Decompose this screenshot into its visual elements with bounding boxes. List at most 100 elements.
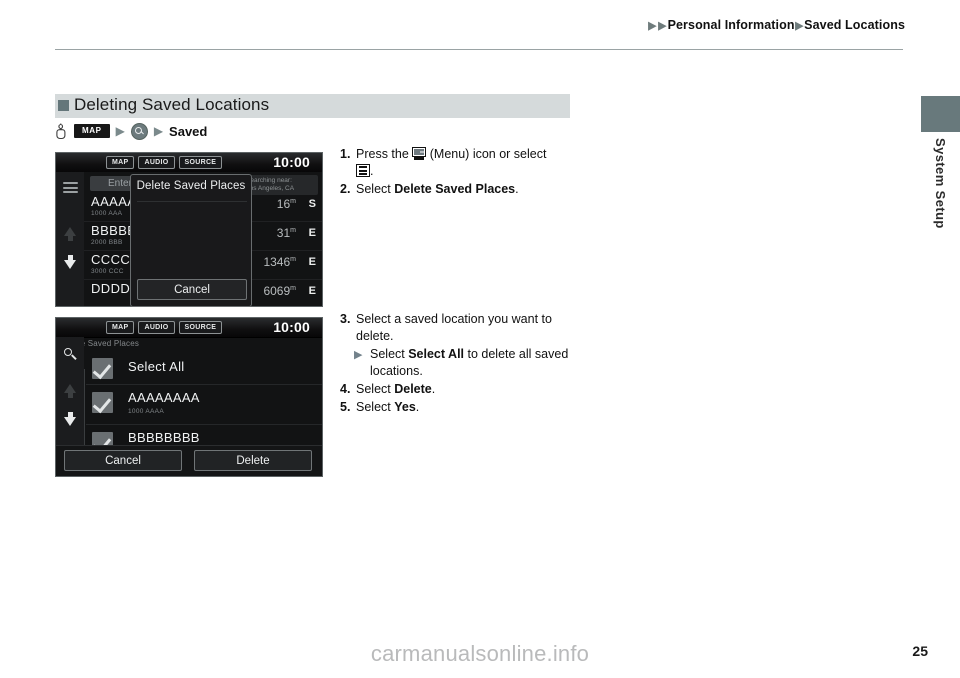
side-tab-label: System Setup (933, 138, 948, 229)
searching-near-box: Searching near: Los Angeles, CA (242, 175, 318, 195)
substep-text-bold: Select All (408, 347, 465, 361)
step-text-post: . (370, 164, 374, 178)
instructions-group-1: 1. Press the (Menu) icon or select . 2. Se… (340, 146, 590, 199)
list-item-distance: 16m (276, 197, 296, 211)
list-item-name: BBBBBBBB (128, 430, 200, 445)
list-item-distance: 31m (276, 226, 296, 240)
step-text-post: . (431, 382, 436, 396)
nav-topbar-2: MAP AUDIO SOURCE 10:00 (56, 318, 322, 338)
list-item-direction: E (308, 285, 316, 297)
delete-selection-list: Select All AAAAAAAA 1000 AAAA BBBBBBBB 2… (86, 351, 322, 465)
list-item-direction: E (308, 256, 316, 268)
search-icon (130, 122, 148, 140)
nav-clock-2: 10:00 (273, 319, 310, 335)
list-item-distance: 1346m (263, 255, 296, 269)
step-text: Select a saved location you want to dele… (356, 312, 552, 343)
checkbox-checked-icon[interactable] (92, 358, 113, 379)
step-text-post: . (515, 182, 519, 196)
header-divider (55, 49, 903, 50)
step-text-bold: Delete (394, 382, 432, 396)
substep-text-pre: Select (370, 347, 409, 361)
list-item-address: 1000 AAAA (128, 408, 164, 415)
nav-topbar-chips-1: MAP AUDIO SOURCE (106, 156, 223, 169)
dialog-title: Delete Saved Places (136, 180, 246, 192)
list-item-name: Select All (128, 359, 185, 374)
list-menu-icon (356, 164, 370, 177)
section-bullet-icon (58, 100, 69, 111)
step-number: 1. (340, 147, 351, 161)
breadcrumb-triangle-1: ▶ (648, 20, 657, 32)
list-item-address: 1000 AAA (91, 210, 123, 217)
step-text-pre: Select (356, 382, 395, 396)
breadcrumb-item-saved-locations: Saved Locations (804, 18, 905, 32)
breadcrumb: ▶▶Personal Information▶Saved Locations (648, 18, 905, 32)
list-item-address: 2000 BBB (91, 239, 123, 246)
nav-screenshot-delete-list: MAP AUDIO SOURCE 10:00 Delete Saved Plac… (55, 317, 323, 477)
delete-list-footer: Cancel Delete (56, 445, 322, 476)
breadcrumb-item-personal-information: Personal Information (667, 18, 795, 32)
scroll-down-icon-2[interactable] (64, 412, 76, 426)
step-text-bold: Delete Saved Places (394, 182, 516, 196)
nav-chip-source-2[interactable]: SOURCE (178, 321, 223, 334)
nav-chip-audio-2[interactable]: AUDIO (138, 321, 175, 334)
step-text-pre: Press the (356, 147, 413, 161)
nav-chip-map-2[interactable]: MAP (106, 321, 135, 334)
list-item[interactable]: AAAAAAAA 1000 AAAA (86, 385, 322, 425)
path-map-chip: MAP (74, 124, 110, 138)
delete-button[interactable]: Delete (194, 450, 312, 471)
nav-topbar-1: MAP AUDIO SOURCE 10:00 (56, 153, 322, 173)
side-tab-marker (921, 96, 960, 132)
list-item-direction: S (308, 198, 316, 210)
step-number: 2. (340, 182, 351, 196)
searching-near-line1: Searching near: (246, 177, 292, 184)
instruction-step-4: 4. Select Delete. (340, 381, 590, 398)
hand-pointer-icon (55, 123, 68, 140)
instruction-step-5: 5. Select Yes. (340, 399, 590, 416)
instruction-step-1: 1. Press the (Menu) icon or select . (340, 146, 590, 180)
nav-chip-map-1[interactable]: MAP (106, 156, 135, 169)
list-item-direction: E (308, 227, 316, 239)
scroll-up-icon-2[interactable] (64, 384, 76, 398)
breadcrumb-triangle-3: ▶ (794, 20, 803, 32)
breadcrumb-triangle-2: ▶ (658, 20, 667, 32)
nav-chip-source-1[interactable]: SOURCE (178, 156, 223, 169)
search-icon-rail[interactable] (64, 348, 77, 361)
step-text-post: . (415, 400, 420, 414)
instruction-substep-select-all: ▶ Select Select All to delete all saved l… (340, 346, 590, 380)
scroll-up-icon-1[interactable] (64, 227, 76, 241)
step-text-mid: (Menu) icon or select (426, 147, 547, 161)
dialog-divider (137, 201, 247, 202)
list-item-name: AAAAAAAA (128, 390, 200, 405)
nav-content-2: Delete Saved Places Select All AAAAAAAA … (56, 337, 322, 476)
menu-icon (412, 147, 427, 160)
path-arrow-2: ▶ (153, 124, 164, 138)
hamburger-menu-icon[interactable] (63, 182, 78, 193)
nav-topbar-chips-2: MAP AUDIO SOURCE (106, 321, 223, 334)
dialog-cancel-button[interactable]: Cancel (137, 279, 247, 300)
path-arrow-1: ▶ (115, 124, 125, 138)
side-tab-label-wrap: System Setup (921, 132, 960, 282)
step-number: 4. (340, 382, 351, 396)
step-text-bold: Yes (394, 400, 416, 414)
page-title: Deleting Saved Locations (74, 95, 270, 114)
step-text-pre: Select (356, 182, 395, 196)
instruction-step-2: 2. Select Delete Saved Places. (340, 181, 590, 198)
scroll-down-icon-1[interactable] (64, 255, 76, 269)
cancel-button[interactable]: Cancel (64, 450, 182, 471)
step-number: 3. (340, 312, 351, 326)
instruction-step-3: 3. Select a saved location you want to de… (340, 311, 590, 345)
checkbox-checked-icon[interactable] (92, 392, 113, 413)
path-label-saved: Saved (169, 123, 208, 139)
rail-divider (84, 369, 85, 446)
list-item-select-all[interactable]: Select All (86, 351, 322, 385)
searching-near-line2: Los Angeles, CA (246, 185, 295, 192)
nav-chip-audio-1[interactable]: AUDIO (138, 156, 175, 169)
page-header: ▶▶Personal Information▶Saved Locations (0, 0, 960, 58)
nav-clock-1: 10:00 (273, 154, 310, 170)
delete-saved-places-dialog: Delete Saved Places Cancel (130, 174, 252, 307)
navigation-path: MAP ▶ ▶ Saved (55, 122, 207, 140)
step-number: 5. (340, 400, 351, 414)
substep-triangle-icon: ▶ (354, 349, 363, 361)
instructions-group-2: 3. Select a saved location you want to de… (340, 311, 590, 417)
step-text-pre: Select (356, 400, 395, 414)
